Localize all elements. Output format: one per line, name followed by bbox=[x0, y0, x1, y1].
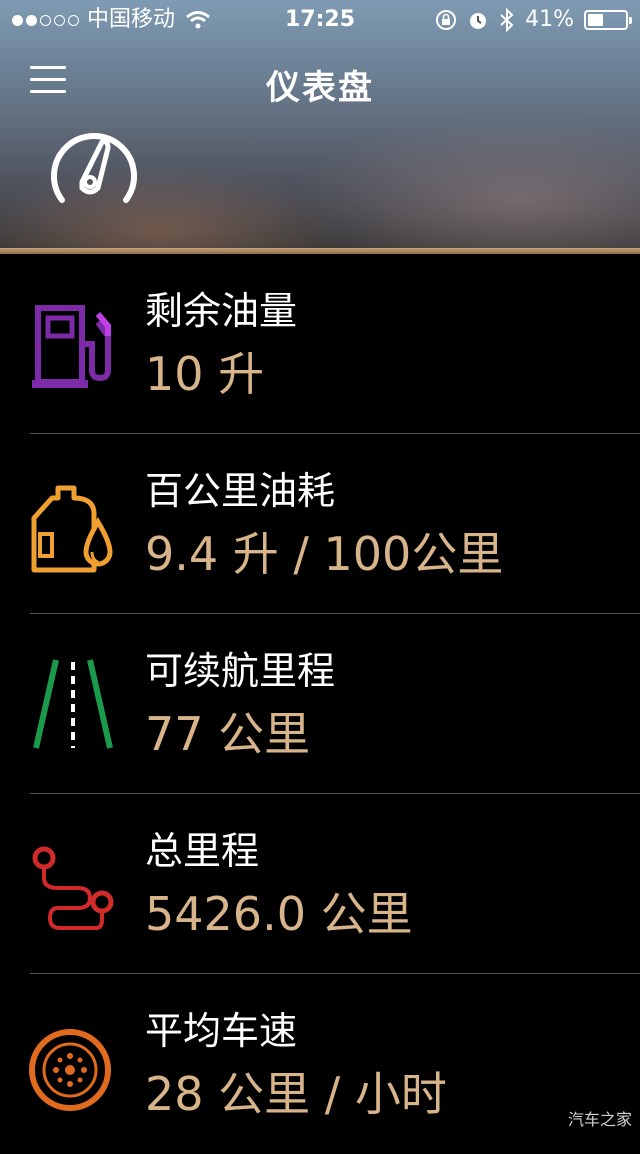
route-icon bbox=[32, 846, 114, 930]
list-item-average-speed[interactable]: 平均车速 28 公里 / 小时 bbox=[0, 974, 640, 1154]
item-label: 平均车速 bbox=[145, 1009, 298, 1053]
metrics-list: 剩余油量 10 升 百公里油耗 9.4 升 / 100公里 可续航里程 77 公… bbox=[0, 254, 640, 1154]
item-value: 5426.0 公里 bbox=[145, 887, 413, 941]
rotation-lock-icon bbox=[436, 10, 457, 30]
battery-icon bbox=[584, 10, 632, 30]
item-label: 可续航里程 bbox=[145, 649, 336, 693]
item-value: 28 公里 / 小时 bbox=[145, 1067, 447, 1121]
road-icon bbox=[33, 659, 113, 749]
status-bar: 中国移动 17:25 41% bbox=[0, 0, 640, 40]
item-label: 总里程 bbox=[145, 829, 260, 873]
list-item-fuel-consumption[interactable]: 百公里油耗 9.4 升 / 100公里 bbox=[0, 434, 640, 614]
oil-can-icon bbox=[31, 485, 113, 573]
item-value: 77 公里 bbox=[145, 707, 311, 761]
item-value: 9.4 升 / 100公里 bbox=[145, 527, 504, 581]
alarm-icon bbox=[470, 13, 487, 29]
item-value: 10 升 bbox=[145, 347, 265, 401]
page-title: 仪表盘 bbox=[266, 68, 374, 108]
item-label: 剩余油量 bbox=[145, 289, 298, 333]
list-item-range[interactable]: 可续航里程 77 公里 bbox=[0, 614, 640, 794]
list-item-fuel-remaining[interactable]: 剩余油量 10 升 bbox=[0, 254, 640, 434]
list-item-total-mileage[interactable]: 总里程 5426.0 公里 bbox=[0, 794, 640, 974]
item-label: 百公里油耗 bbox=[145, 469, 336, 513]
dashboard-gauge-icon bbox=[51, 133, 137, 203]
tire-icon bbox=[29, 1029, 111, 1111]
fuel-pump-icon bbox=[32, 305, 111, 388]
bluetooth-icon bbox=[500, 8, 514, 32]
battery-percent: 41% bbox=[525, 7, 574, 32]
watermark: 汽车之家 bbox=[567, 1110, 632, 1129]
